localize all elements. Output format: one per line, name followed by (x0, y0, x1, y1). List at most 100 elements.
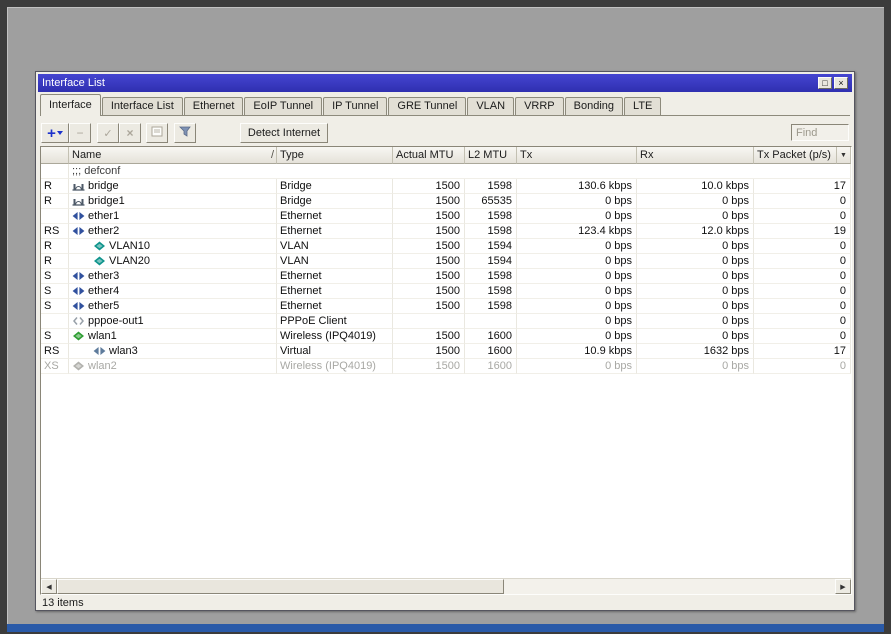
virtual-icon (93, 346, 106, 356)
cell-l2-mtu (465, 314, 517, 329)
cell-flags: R (41, 194, 69, 209)
cell-l2-mtu: 1594 (465, 254, 517, 269)
item-count: 13 items (42, 597, 84, 609)
cell-tx: 0 bps (517, 254, 637, 269)
table-row-ether4[interactable]: Sether4 Ethernet 1500 1598 0 bps 0 bps 0 (41, 284, 851, 299)
add-button[interactable]: + (41, 123, 69, 143)
cell-tx-packet: 0 (754, 329, 851, 344)
table-row-ether3[interactable]: Sether3 Ethernet 1500 1598 0 bps 0 bps 0 (41, 269, 851, 284)
interface-name: ether4 (88, 285, 120, 297)
table-row-bridge1[interactable]: Rbridge1 Bridge 1500 65535 0 bps 0 bps 0 (41, 194, 851, 209)
cell-tx: 123.4 kbps (517, 224, 637, 239)
cell-type: Ethernet (277, 224, 393, 239)
cell-tx: 0 bps (517, 209, 637, 224)
cell-rx: 0 bps (637, 194, 754, 209)
remove-button[interactable]: − (69, 123, 91, 143)
column-header-type[interactable]: Type (277, 147, 393, 164)
table-row-wlan3[interactable]: RS wlan3 Virtual 1500 1600 10.9 kbps 1632 bps 1… (41, 344, 851, 359)
interface-name: VLAN20 (109, 255, 150, 267)
table-row-ether2[interactable]: RS ether2 Ethernet 1500 1598 123.4 kbps 12.0 k… (41, 224, 851, 239)
cell-type: Ethernet (277, 269, 393, 284)
toolbar: + − ✓ × Detect Internet (40, 122, 850, 144)
tab-vlan[interactable]: VLAN (467, 97, 515, 115)
table-row-wlan2[interactable]: XS wlan2 Wireless (IPQ4019) 1500 1600 0 bps 0 … (41, 359, 851, 374)
enable-button[interactable]: ✓ (97, 123, 119, 143)
status-bar: 13 items (42, 597, 84, 611)
scroll-thumb[interactable] (57, 579, 504, 594)
tab-vrrp[interactable]: VRRP (515, 97, 564, 115)
table-row-ether5[interactable]: Sether5 Ethernet 1500 1598 0 bps 0 bps 0 (41, 299, 851, 314)
table-header: Name / Type Actual MTU L2 MTU Tx Rx Tx Packet (… (41, 147, 851, 164)
interface-name: bridge (88, 180, 119, 192)
cell-tx: 130.6 kbps (517, 179, 637, 194)
cell-tx-packet: 0 (754, 284, 851, 299)
column-header-tx-packet[interactable]: Tx Packet (p/s) (754, 147, 837, 164)
cell-tx: 0 bps (517, 329, 637, 344)
table-row-ether1[interactable]: ether1 Ethernet 1500 1598 0 bps 0 bps 0 (41, 209, 851, 224)
cell-rx: 0 bps (637, 314, 754, 329)
tab-lte[interactable]: LTE (624, 97, 662, 115)
cell-l2-mtu: 1598 (465, 284, 517, 299)
vlan-icon (93, 256, 106, 266)
column-header-name[interactable]: Name / (69, 147, 277, 164)
cell-tx: 10.9 kbps (517, 344, 637, 359)
column-header-flags[interactable] (41, 147, 69, 164)
cell-actual-mtu: 1500 (393, 299, 465, 314)
interface-name: VLAN10 (109, 240, 150, 252)
tab-interface-list[interactable]: Interface List (101, 97, 183, 115)
table-row-pppoe-out1[interactable]: pppoe-out1 PPPoE Client 0 bps 0 bps 0 (41, 314, 851, 329)
comment-row[interactable]: ;;; defconf (41, 164, 851, 179)
scroll-track[interactable] (57, 579, 835, 594)
interface-name: ether1 (88, 210, 120, 222)
table-row-vlan20[interactable]: R VLAN20 VLAN 1500 1594 0 bps 0 bps 0 (41, 254, 851, 269)
table-row-bridge[interactable]: Rbridge Bridge 1500 1598 130.6 kbps 10.0 kbps… (41, 179, 851, 194)
close-button[interactable]: × (834, 77, 848, 89)
scroll-left-button[interactable]: ◀ (41, 579, 57, 594)
filter-button[interactable] (174, 123, 196, 143)
ethernet-icon (72, 286, 85, 296)
cell-rx: 1632 bps (637, 344, 754, 359)
wireless-icon (72, 331, 85, 341)
tab-gre-tunnel[interactable]: GRE Tunnel (388, 97, 467, 115)
tab-ethernet[interactable]: Ethernet (183, 97, 244, 115)
cell-actual-mtu: 1500 (393, 194, 465, 209)
cell-l2-mtu: 1598 (465, 224, 517, 239)
table-row-wlan1[interactable]: Swlan1 Wireless (IPQ4019) 1500 1600 0 bps 0 b… (41, 329, 851, 344)
cell-tx-packet: 17 (754, 344, 851, 359)
ethernet-icon (72, 271, 85, 281)
table-row-vlan10[interactable]: R VLAN10 VLAN 1500 1594 0 bps 0 bps 0 (41, 239, 851, 254)
cell-actual-mtu: 1500 (393, 269, 465, 284)
tab-interface[interactable]: Interface (40, 94, 101, 116)
cell-name: ether5 (69, 299, 277, 314)
column-select-button[interactable]: ▼ (837, 147, 851, 164)
cell-flags (41, 164, 69, 179)
cell-type: VLAN (277, 239, 393, 254)
detect-internet-button[interactable]: Detect Internet (240, 123, 328, 143)
cell-comment: ;;; defconf (69, 164, 851, 179)
maximize-button[interactable]: □ (818, 77, 832, 89)
cell-rx: 10.0 kbps (637, 179, 754, 194)
tab-eoip-tunnel[interactable]: EoIP Tunnel (244, 97, 323, 115)
column-label: Tx (520, 149, 533, 161)
cell-type: Ethernet (277, 284, 393, 299)
cell-rx: 0 bps (637, 269, 754, 284)
disable-button[interactable]: × (119, 123, 141, 143)
cell-type: Virtual (277, 344, 393, 359)
cell-l2-mtu: 1600 (465, 344, 517, 359)
window-titlebar[interactable]: Interface List □ × (38, 74, 852, 92)
column-header-rx[interactable]: Rx (637, 147, 754, 164)
column-header-tx[interactable]: Tx (517, 147, 637, 164)
interface-name: wlan1 (88, 330, 117, 342)
cell-tx: 0 bps (517, 239, 637, 254)
tab-ip-tunnel[interactable]: IP Tunnel (323, 97, 388, 115)
cell-tx-packet: 0 (754, 239, 851, 254)
column-header-l2-mtu[interactable]: L2 MTU (465, 147, 517, 164)
comment-button[interactable] (146, 123, 168, 143)
find-input[interactable] (791, 124, 849, 141)
cell-tx-packet: 19 (754, 224, 851, 239)
cell-tx: 0 bps (517, 314, 637, 329)
pppoe-icon (72, 316, 85, 326)
tab-bonding[interactable]: Bonding (564, 97, 624, 115)
scroll-right-button[interactable]: ▶ (835, 579, 851, 594)
column-header-actual-mtu[interactable]: Actual MTU (393, 147, 465, 164)
